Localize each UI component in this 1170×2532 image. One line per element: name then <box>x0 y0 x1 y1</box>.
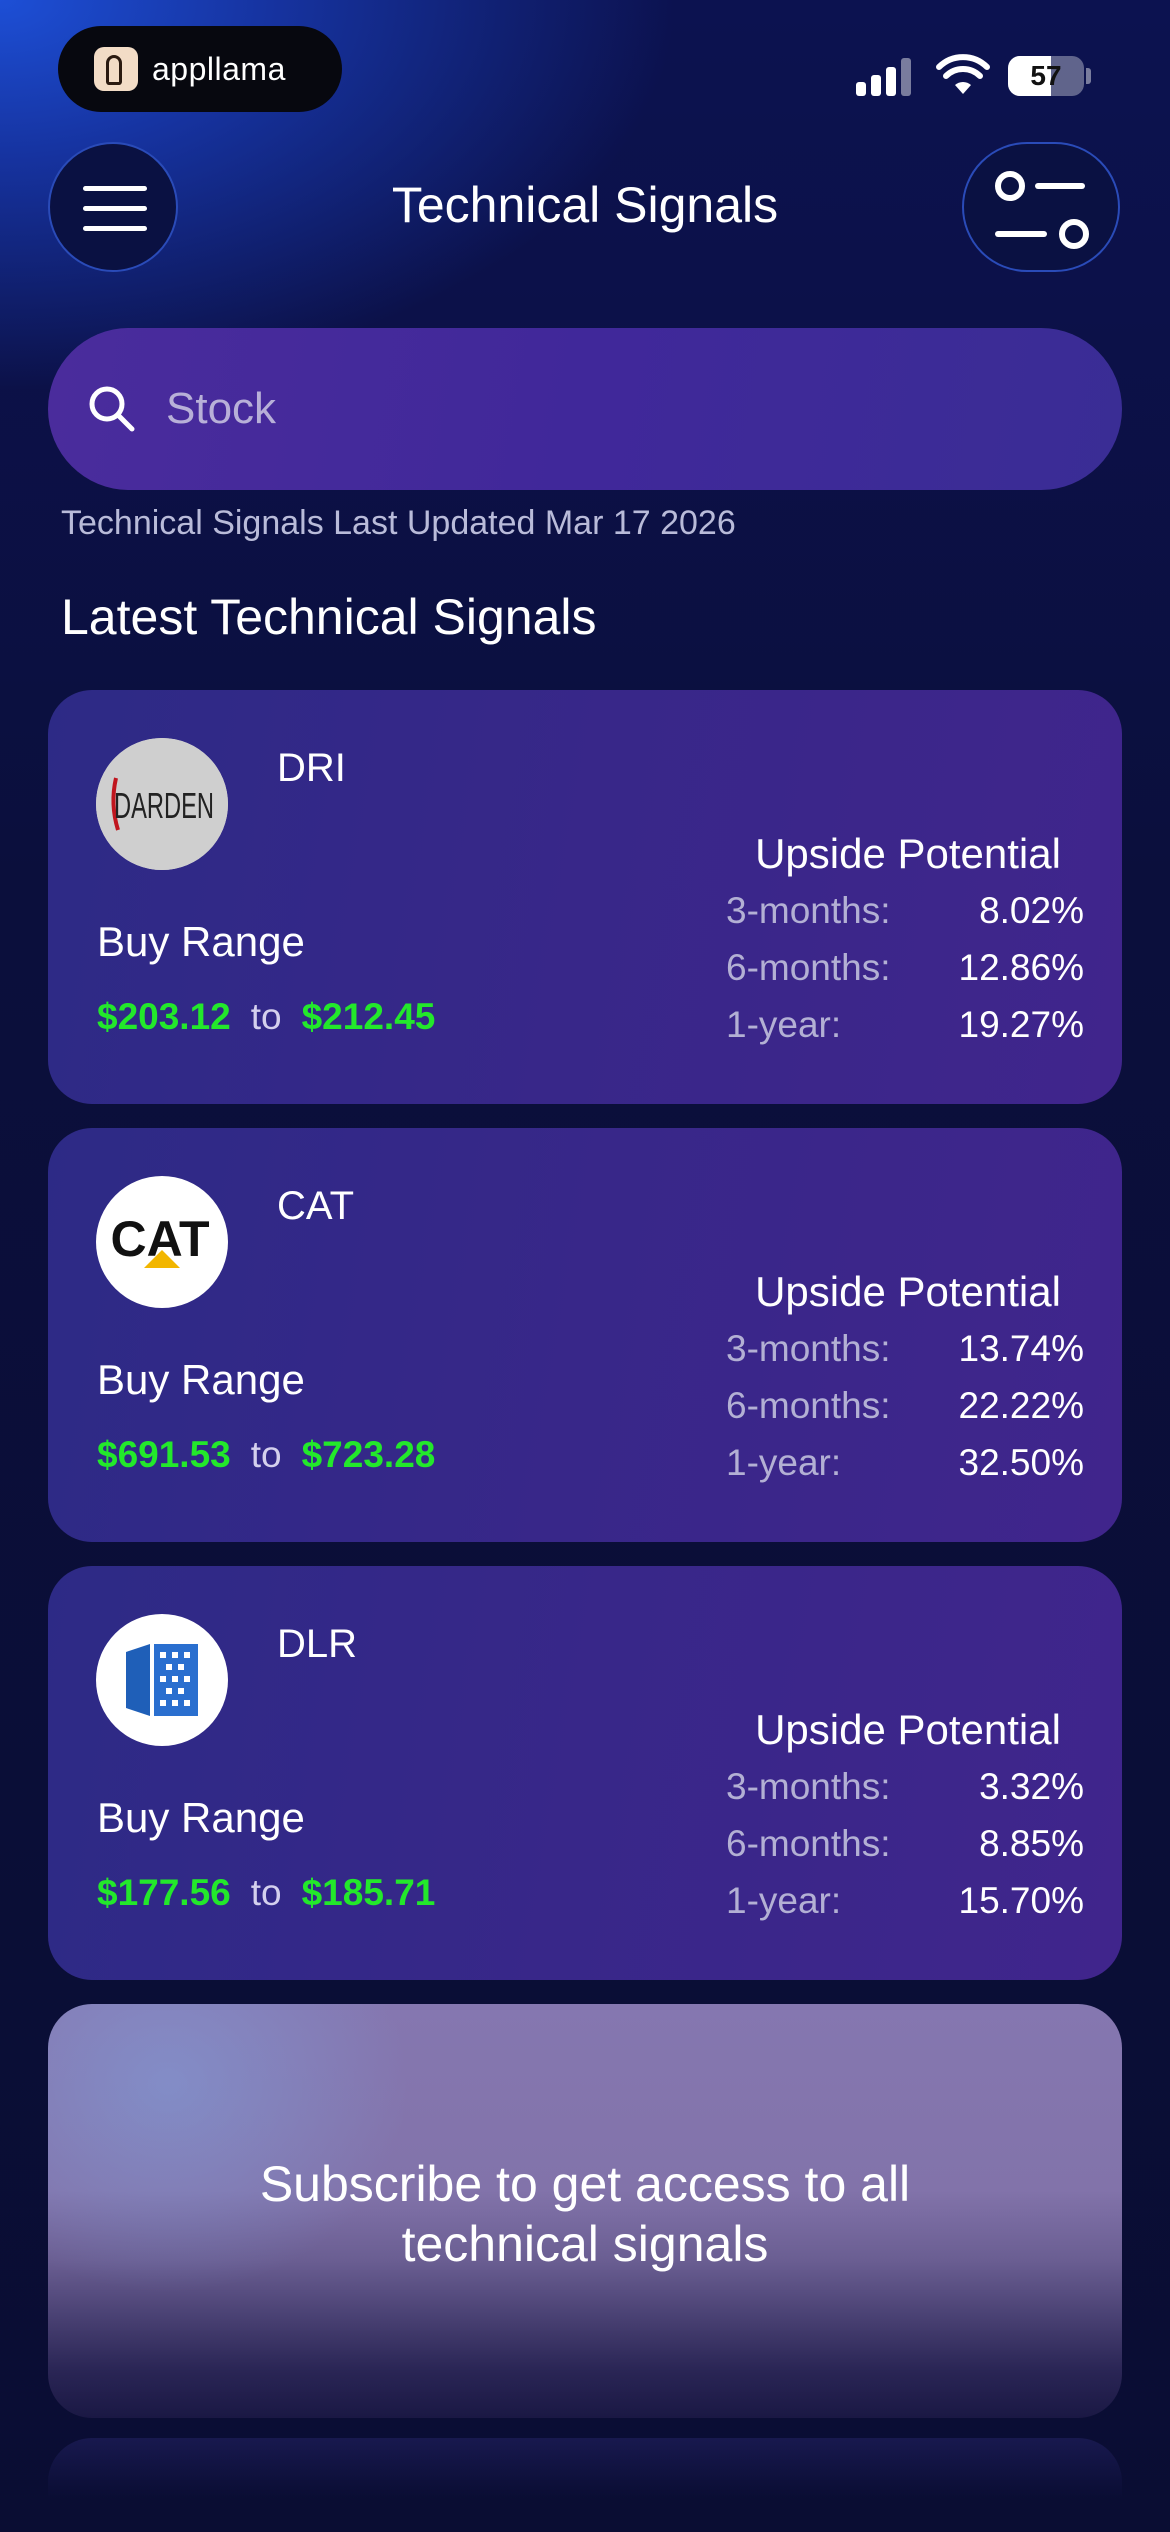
buy-range: $691.53 to $723.28 <box>97 1434 435 1476</box>
app-badge[interactable]: appllama <box>58 26 342 112</box>
ticker-symbol: DLR <box>277 1622 358 1666</box>
buy-range-high: $185.71 <box>301 1872 436 1913</box>
battery-level: 57 <box>1030 60 1062 91</box>
last-updated-text: Technical Signals Last Updated Mar 17 20… <box>61 504 736 542</box>
sliders-icon <box>995 171 1089 249</box>
wifi-icon <box>936 54 990 94</box>
buy-range-low: $691.53 <box>97 1434 231 1475</box>
buy-range: $177.56 to $185.71 <box>97 1872 435 1914</box>
ticker-symbol: CAT <box>277 1184 355 1228</box>
cellular-signal-icon <box>856 58 912 96</box>
subscribe-card[interactable]: Subscribe to get access to all technical… <box>48 2004 1122 2418</box>
upside-potential-title: Upside Potential <box>755 830 1061 877</box>
app-badge-label: appllama <box>152 50 286 87</box>
buy-range-high: $212.45 <box>301 996 436 1037</box>
signal-card[interactable]: DARDEN DRI Buy Range $203.12 to $212.45 … <box>48 690 1122 1104</box>
battery-tip <box>1086 68 1091 84</box>
signal-card[interactable]: DLR Buy Range $177.56 to $185.71 Upside … <box>48 1566 1122 1980</box>
range-separator: to <box>250 996 282 1037</box>
upside-potential-title: Upside Potential <box>755 1706 1061 1753</box>
buy-range-label: Buy Range <box>97 1794 305 1841</box>
upside-potential-title: Upside Potential <box>755 1268 1061 1315</box>
range-separator: to <box>250 1434 282 1475</box>
filter-button[interactable] <box>962 142 1120 272</box>
buy-range-low: $177.56 <box>97 1872 231 1913</box>
buy-range: $203.12 to $212.45 <box>97 996 435 1038</box>
section-title: Latest Technical Signals <box>61 589 597 645</box>
next-card-peek <box>48 2438 1122 2498</box>
battery-icon: 57 <box>1008 56 1084 96</box>
search-icon <box>89 386 135 432</box>
llama-icon <box>94 47 138 91</box>
subscribe-message: Subscribe to get access to all technical… <box>259 2156 911 2272</box>
svg-text:DARDEN: DARDEN <box>114 785 214 826</box>
buy-range-label: Buy Range <box>97 918 305 965</box>
ticker-symbol: DRI <box>277 746 346 790</box>
buy-range-high: $723.28 <box>301 1434 436 1475</box>
digital-realty-logo-icon <box>96 1614 228 1746</box>
buy-range-low: $203.12 <box>97 996 231 1037</box>
range-separator: to <box>250 1872 282 1913</box>
buy-range-label: Buy Range <box>97 1356 305 1403</box>
signal-card[interactable]: CAT CAT Buy Range $691.53 to $723.28 Ups… <box>48 1128 1122 1542</box>
darden-logo-icon: DARDEN <box>96 738 228 870</box>
search-input[interactable] <box>164 383 1048 435</box>
caterpillar-logo-icon: CAT <box>96 1176 228 1308</box>
search-bar[interactable] <box>48 328 1122 490</box>
